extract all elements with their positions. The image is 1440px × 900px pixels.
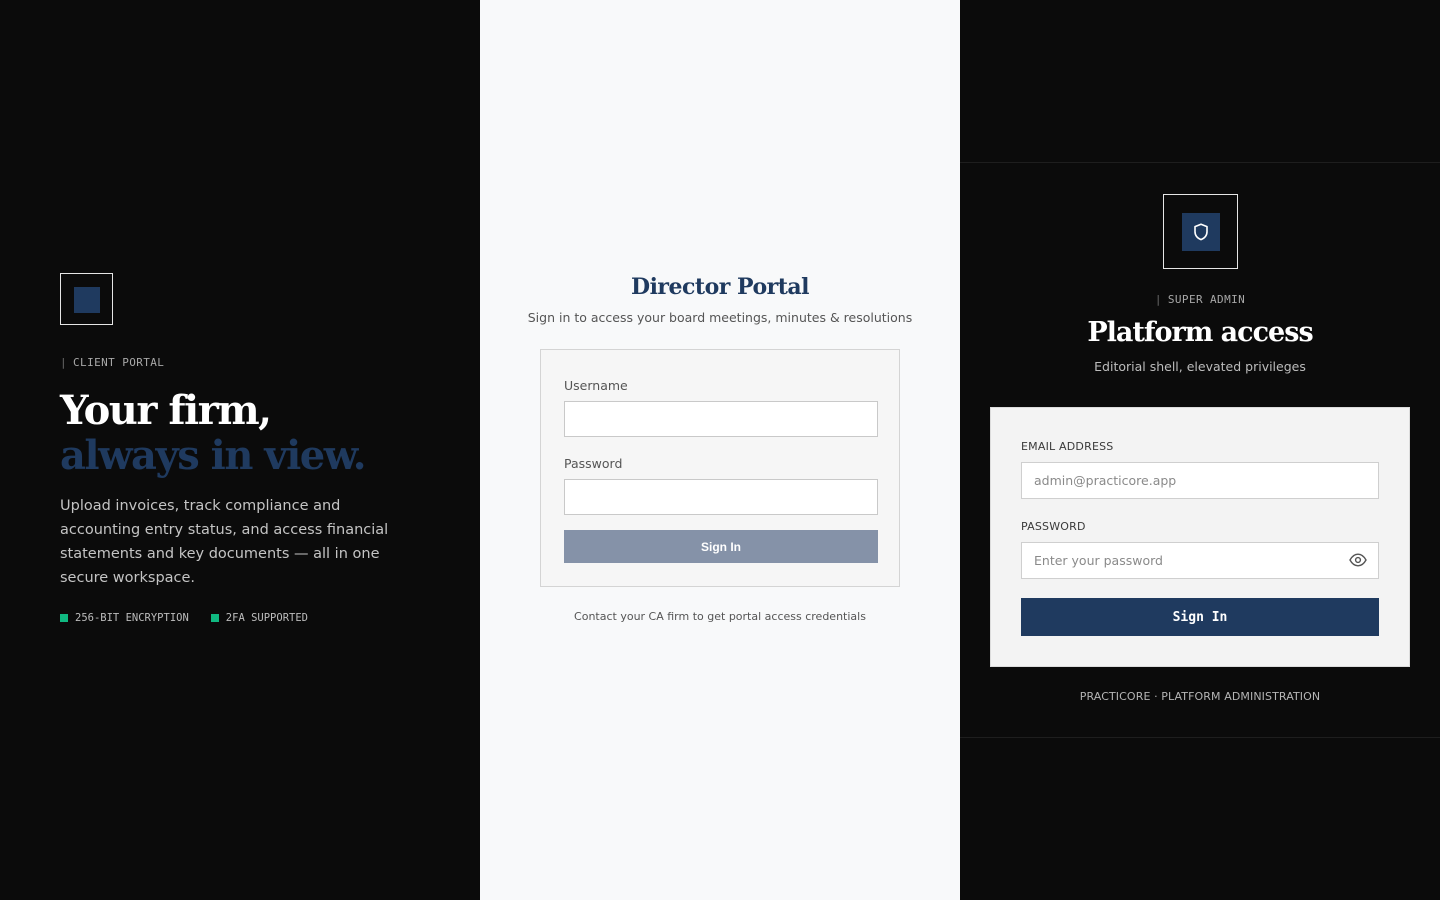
eye-icon[interactable] <box>1349 553 1367 570</box>
client-portal-eyebrow-text: CLIENT PORTAL <box>73 356 165 369</box>
email-label: EMAIL ADDRESS <box>1021 440 1114 453</box>
director-login-form: Username Password Sign In <box>540 349 900 587</box>
director-portal-footer: Contact your CA firm to get portal acces… <box>574 610 866 623</box>
password-label: Password <box>564 456 623 471</box>
square-logo-icon <box>74 287 100 313</box>
password-label: PASSWORD <box>1021 520 1086 533</box>
admin-login-form: EMAIL ADDRESS admin@practicore.app PASSW… <box>990 407 1410 667</box>
status-dot-icon <box>210 614 219 622</box>
platform-access-subtitle: Editorial shell, elevated privileges <box>1094 359 1306 374</box>
super-admin-logo <box>1163 194 1238 269</box>
2fa-badge: 2FA SUPPORTED <box>210 612 308 624</box>
platform-admin-footer: PRACTICORE · PLATFORM ADMINISTRATION <box>1079 690 1321 703</box>
email-placeholder: admin@practicore.app <box>1034 473 1177 488</box>
super-admin-eyebrow: | SUPER ADMIN <box>960 293 1440 306</box>
director-portal-title: Director Portal <box>631 274 810 300</box>
hero-description: Upload invoices, track compliance and ac… <box>60 498 389 586</box>
2fa-badge-label: 2FA SUPPORTED <box>225 612 308 624</box>
encryption-badge: 256-BIT ENCRYPTION <box>60 612 189 624</box>
status-dot-icon <box>60 614 68 622</box>
director-portal-subtitle: Sign in to access your board meetings, m… <box>527 310 913 325</box>
shield-icon <box>1182 213 1220 251</box>
director-portal-panel: Director Portal Sign in to access your b… <box>480 0 960 900</box>
admin-signin-button[interactable]: Sign In <box>1021 598 1379 636</box>
platform-access-title: Platform access <box>1087 317 1313 348</box>
password-input[interactable] <box>564 479 878 515</box>
hero-title: Your firm, always in view. <box>60 388 440 478</box>
encryption-badge-label: 256-BIT ENCRYPTION <box>75 612 189 624</box>
hero-title-line1: Your firm, <box>60 387 272 434</box>
email-field[interactable]: admin@practicore.app <box>1021 462 1379 499</box>
username-label: Username <box>564 378 628 393</box>
admin-password-field[interactable]: Enter your password <box>1021 542 1379 579</box>
eyebrow-bar: | <box>1154 293 1162 306</box>
security-badges: 256-BIT ENCRYPTION 2FA SUPPORTED <box>60 612 308 624</box>
director-signin-button[interactable]: Sign In <box>564 530 878 563</box>
client-portal-logo <box>60 273 113 325</box>
hero-title-line2: always in view. <box>60 432 367 479</box>
password-placeholder: Enter your password <box>1034 553 1163 568</box>
eyebrow-bar: | <box>60 356 68 369</box>
client-portal-panel: | CLIENT PORTAL Your firm, always in view… <box>0 0 480 900</box>
username-input[interactable] <box>564 401 878 437</box>
super-admin-eyebrow-text: SUPER ADMIN <box>1167 293 1246 306</box>
super-admin-panel: | SUPER ADMIN Platform access Editorial s… <box>960 0 1440 900</box>
client-portal-eyebrow: | CLIENT PORTAL <box>60 356 164 369</box>
